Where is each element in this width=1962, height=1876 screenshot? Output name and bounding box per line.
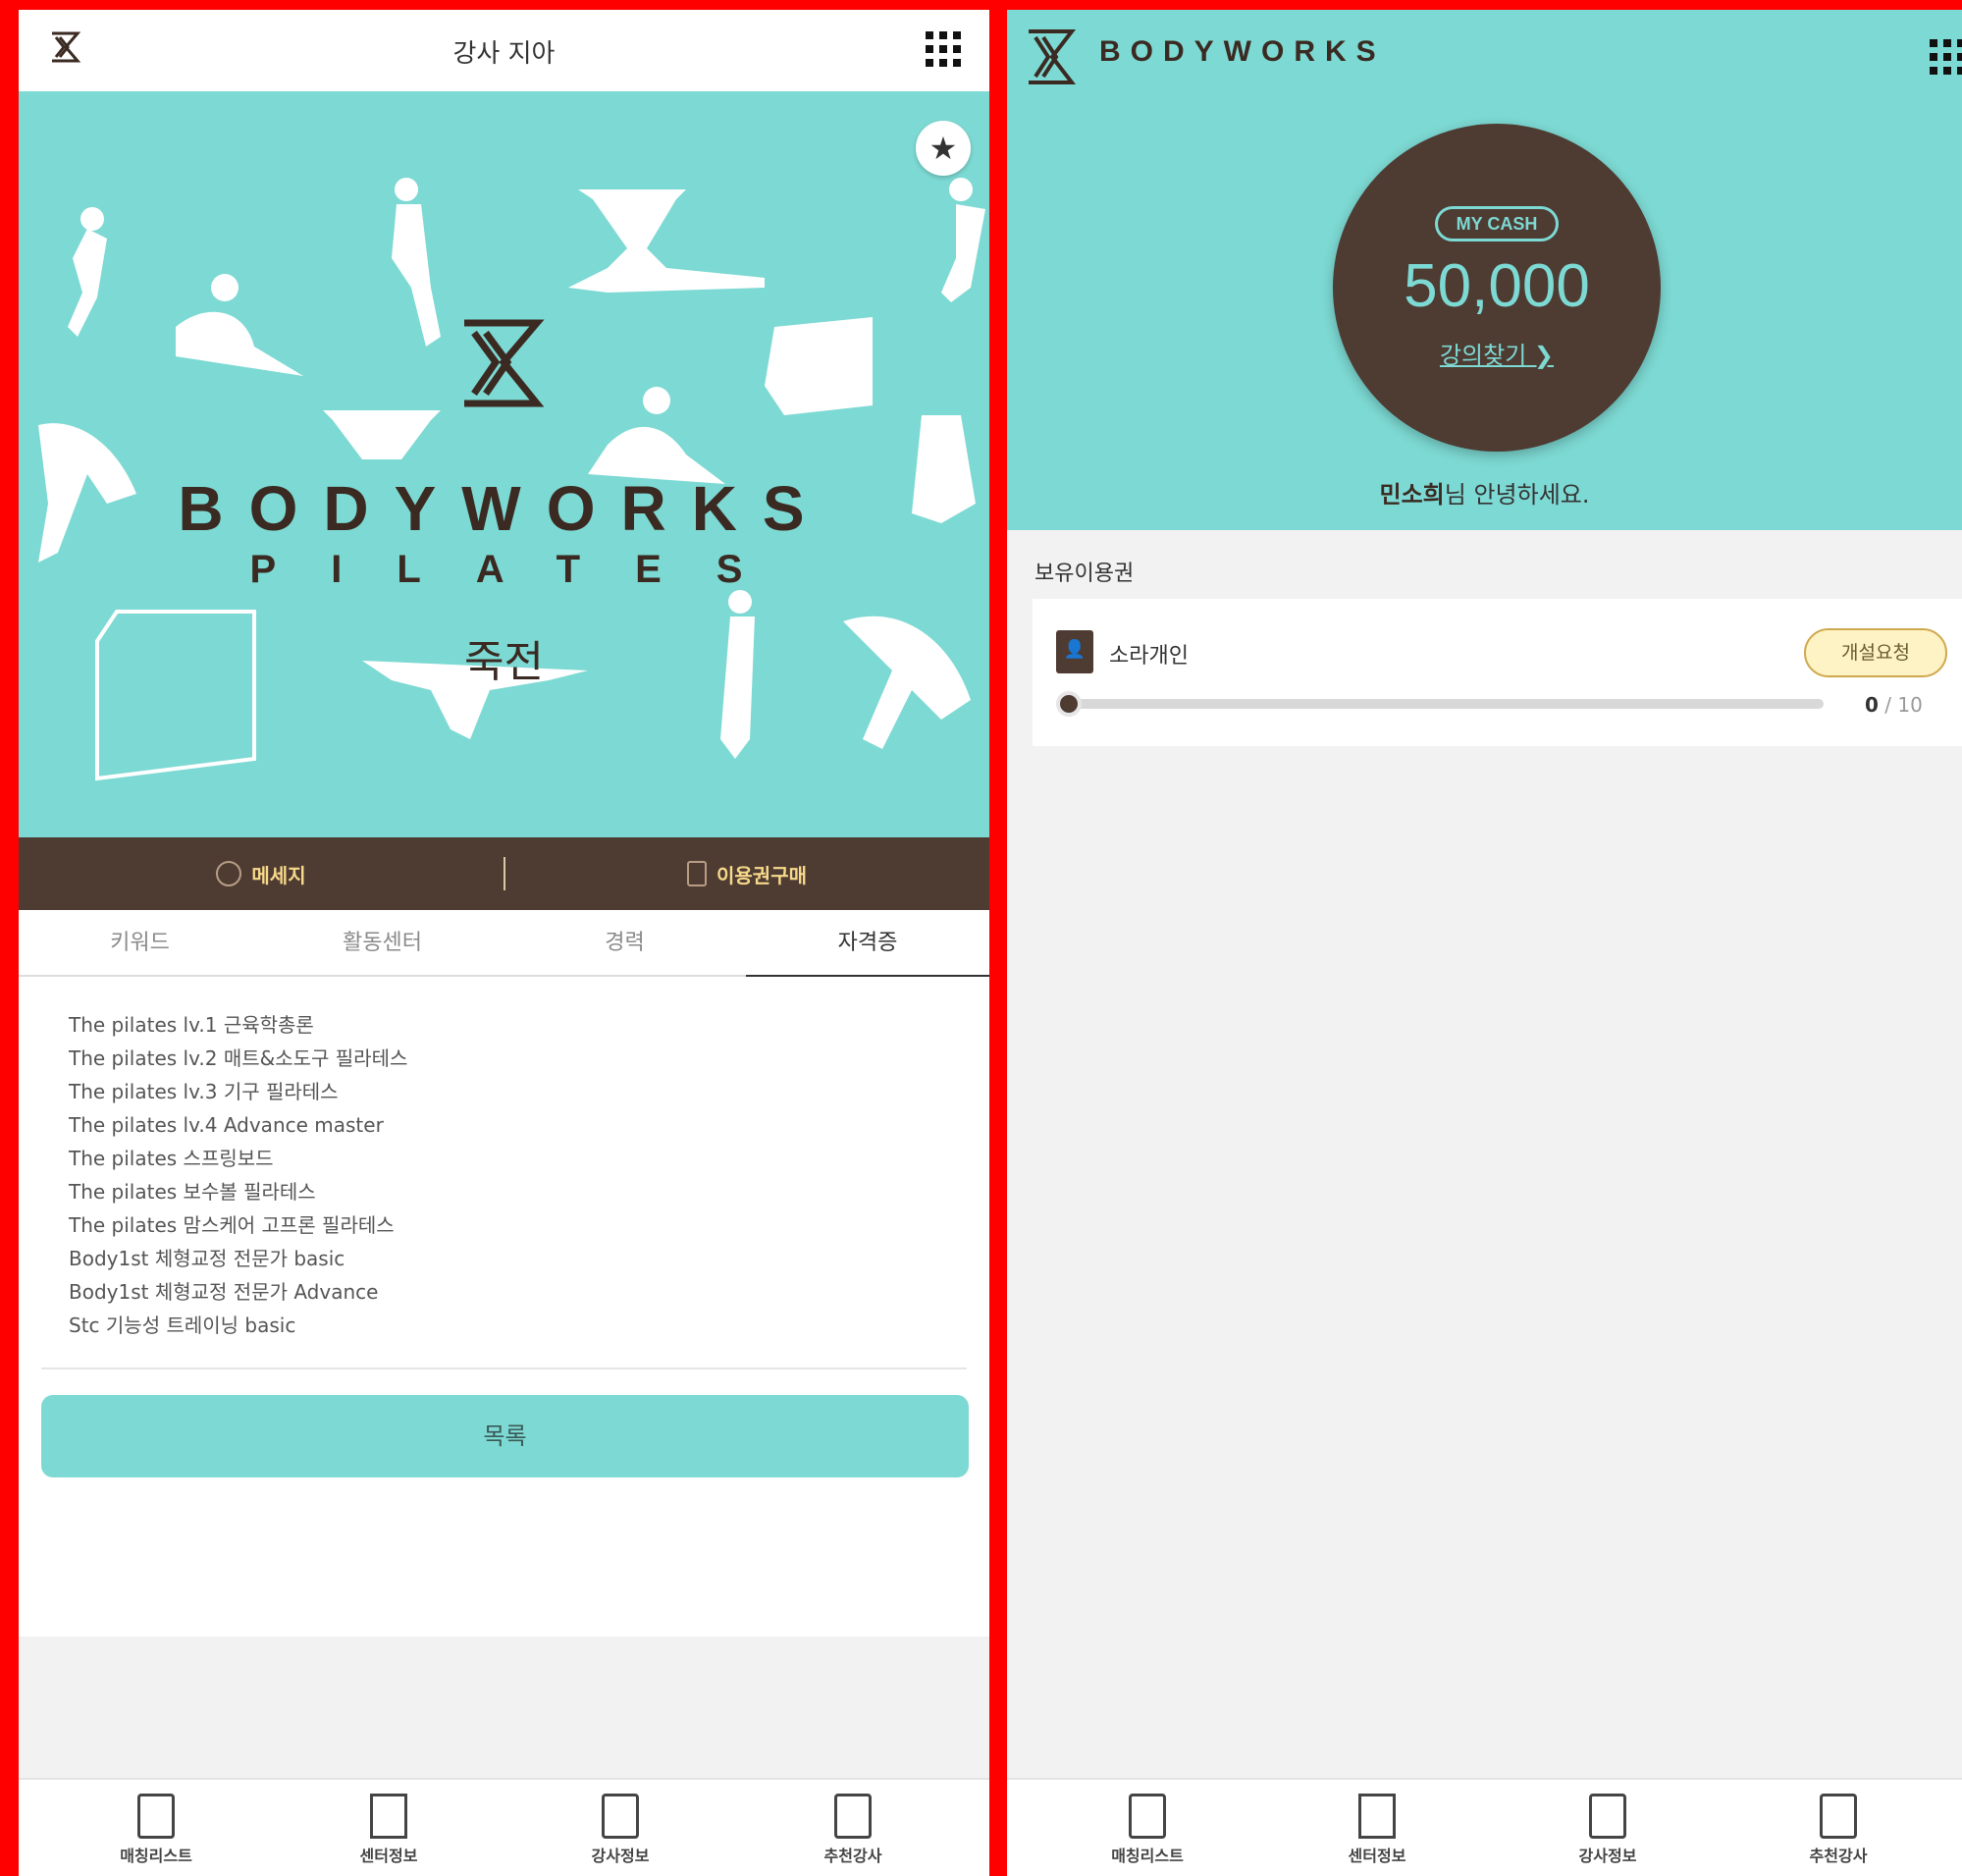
ticket-name: 소라개인 — [1109, 644, 1189, 669]
nav-instructor-info[interactable]: 강사정보 — [566, 1780, 674, 1876]
my-cash-badge: MY CASH — [1435, 206, 1559, 241]
find-lecture-link[interactable]: 강의찾기 ❯ — [1333, 336, 1661, 370]
apps-grid-icon[interactable] — [1930, 39, 1962, 75]
page-title: 강사 지아 — [452, 39, 556, 69]
hero-banner: BODYWORKS PILATES 죽전 ★ — [19, 91, 989, 837]
certification-panel: The pilates lv.1 근육학총론 The pilates lv.2 … — [19, 977, 989, 1636]
chevron-right-icon: ❯ — [1533, 342, 1555, 369]
cash-circle: MY CASH 50,000 강의찾기 ❯ — [1333, 124, 1661, 452]
cash-value: 50,000 — [1404, 252, 1590, 320]
buy-ticket-label: 이용권구매 — [716, 863, 807, 887]
nav-center-info[interactable]: 센터정보 — [335, 1780, 443, 1876]
database-icon — [687, 861, 707, 886]
tab-career[interactable]: 경력 — [504, 910, 746, 977]
nav-center-info[interactable]: 센터정보 — [1323, 1780, 1431, 1876]
greeting-suffix: 님 안녕하세요. — [1444, 481, 1590, 509]
greeting-text: 민소희님 안녕하세요. — [1007, 475, 1962, 509]
favorite-star-button[interactable]: ★ — [916, 121, 971, 176]
envelope-icon — [1820, 1794, 1857, 1839]
apps-grid-icon[interactable] — [926, 31, 961, 67]
cash-header: BODYWORKS MY CASH 50,000 강의찾기 ❯ 민소희님 안녕하… — [1007, 10, 1962, 530]
tab-activity-center[interactable]: 활동센터 — [261, 910, 504, 977]
nav-matching-list[interactable]: 매칭리스트 — [102, 1780, 210, 1876]
nav-label: 매칭리스트 — [120, 1847, 192, 1865]
clipboard-list-icon — [137, 1794, 175, 1839]
chat-bubble-icon — [216, 861, 242, 886]
list-item: Stc 기능성 트레이닝 basic — [69, 1313, 296, 1337]
house-icon — [370, 1794, 407, 1839]
certification-list: The pilates lv.1 근육학총론 The pilates lv.2 … — [69, 1008, 407, 1342]
id-badge-icon — [602, 1794, 639, 1839]
nav-label: 매칭리스트 — [1111, 1847, 1184, 1865]
pilates-silhouettes-decoration — [38, 178, 985, 781]
action-bar: 메세지 이용권구매 — [19, 837, 989, 910]
open-request-button[interactable]: 개설요청 — [1804, 628, 1947, 677]
content-divider — [41, 1367, 967, 1369]
message-label: 메세지 — [251, 863, 306, 887]
bodyworks-big-logo-icon — [464, 319, 545, 407]
bodyworks-logo-icon[interactable] — [1025, 27, 1078, 88]
back-to-list-button[interactable]: 목록 — [41, 1395, 969, 1477]
nav-recommended-instructor[interactable]: 추천강사 — [799, 1780, 907, 1876]
nav-label: 센터정보 — [1348, 1847, 1406, 1865]
list-item: The pilates 스프링보드 — [69, 1147, 274, 1170]
ticket-card: 👤 소라개인 개설요청 0 / 10 — [1033, 599, 1962, 746]
nav-label: 강사정보 — [1578, 1847, 1637, 1865]
hero-brand-text: BODYWORKS — [178, 473, 830, 544]
nav-label: 추천강사 — [823, 1847, 882, 1865]
buy-ticket-button[interactable]: 이용권구매 — [504, 837, 989, 910]
nav-instructor-info[interactable]: 강사정보 — [1554, 1780, 1662, 1876]
house-icon — [1358, 1794, 1396, 1839]
tab-certification[interactable]: 자격증 — [746, 910, 989, 978]
bottom-nav: 매칭리스트 센터정보 강사정보 추천강사 — [19, 1778, 989, 1876]
ticket-count: 0 / 10 — [1865, 693, 1923, 717]
person-icon: 👤 — [1056, 630, 1093, 673]
instructor-detail-screen: 강사 지아 BODYWORKS PILATES 죽전 ★ 메세지 이용권구매 키… — [19, 10, 989, 1876]
clipboard-list-icon — [1129, 1794, 1166, 1839]
list-item: Body1st 체형교정 전문가 Advance — [69, 1280, 379, 1304]
section-title: 보유이용권 — [1034, 562, 1135, 586]
list-item: The pilates 보수볼 필라테스 — [69, 1180, 316, 1204]
ticket-progress-track — [1068, 699, 1824, 709]
envelope-icon — [834, 1794, 872, 1839]
tab-keyword[interactable]: 키워드 — [19, 910, 261, 977]
detail-tabs: 키워드 활동센터 경력 자격증 — [19, 910, 989, 978]
ticket-progress-knob — [1056, 691, 1082, 717]
brand-text: BODYWORKS — [1099, 35, 1386, 68]
nav-label: 추천강사 — [1809, 1847, 1868, 1865]
list-item: The pilates lv.2 매트&소도구 필라테스 — [69, 1046, 408, 1070]
nav-label: 센터정보 — [359, 1847, 418, 1865]
list-item: The pilates lv.4 Advance master — [69, 1113, 384, 1137]
nav-label: 강사정보 — [591, 1847, 650, 1865]
ticket-total: / 10 — [1884, 693, 1923, 717]
screenshot-stage: 강사 지아 BODYWORKS PILATES 죽전 ★ 메세지 이용권구매 키… — [0, 0, 1962, 1876]
ticket-used: 0 — [1865, 693, 1879, 717]
list-item: Body1st 체형교정 전문가 basic — [69, 1247, 345, 1270]
list-item: The pilates lv.3 기구 필라테스 — [69, 1080, 339, 1103]
find-lecture-label: 강의찾기 — [1439, 342, 1527, 369]
list-item: The pilates lv.1 근육학총론 — [69, 1013, 314, 1037]
id-badge-icon — [1589, 1794, 1626, 1839]
list-item: The pilates 맘스케어 고프론 필라테스 — [69, 1213, 395, 1237]
bottom-nav: 매칭리스트 센터정보 강사정보 추천강사 — [1007, 1778, 1962, 1876]
nav-recommended-instructor[interactable]: 추천강사 — [1784, 1780, 1892, 1876]
star-icon: ★ — [928, 130, 958, 167]
top-bar: 강사 지아 — [19, 10, 989, 91]
hero-brand-sub-text: PILATES — [249, 548, 798, 591]
nav-matching-list[interactable]: 매칭리스트 — [1093, 1780, 1201, 1876]
message-button[interactable]: 메세지 — [19, 837, 504, 910]
hero-location-text: 죽전 — [464, 637, 544, 687]
my-page-screen: BODYWORKS MY CASH 50,000 강의찾기 ❯ 민소희님 안녕하… — [1007, 10, 1962, 1876]
user-name: 민소희 — [1379, 481, 1445, 509]
